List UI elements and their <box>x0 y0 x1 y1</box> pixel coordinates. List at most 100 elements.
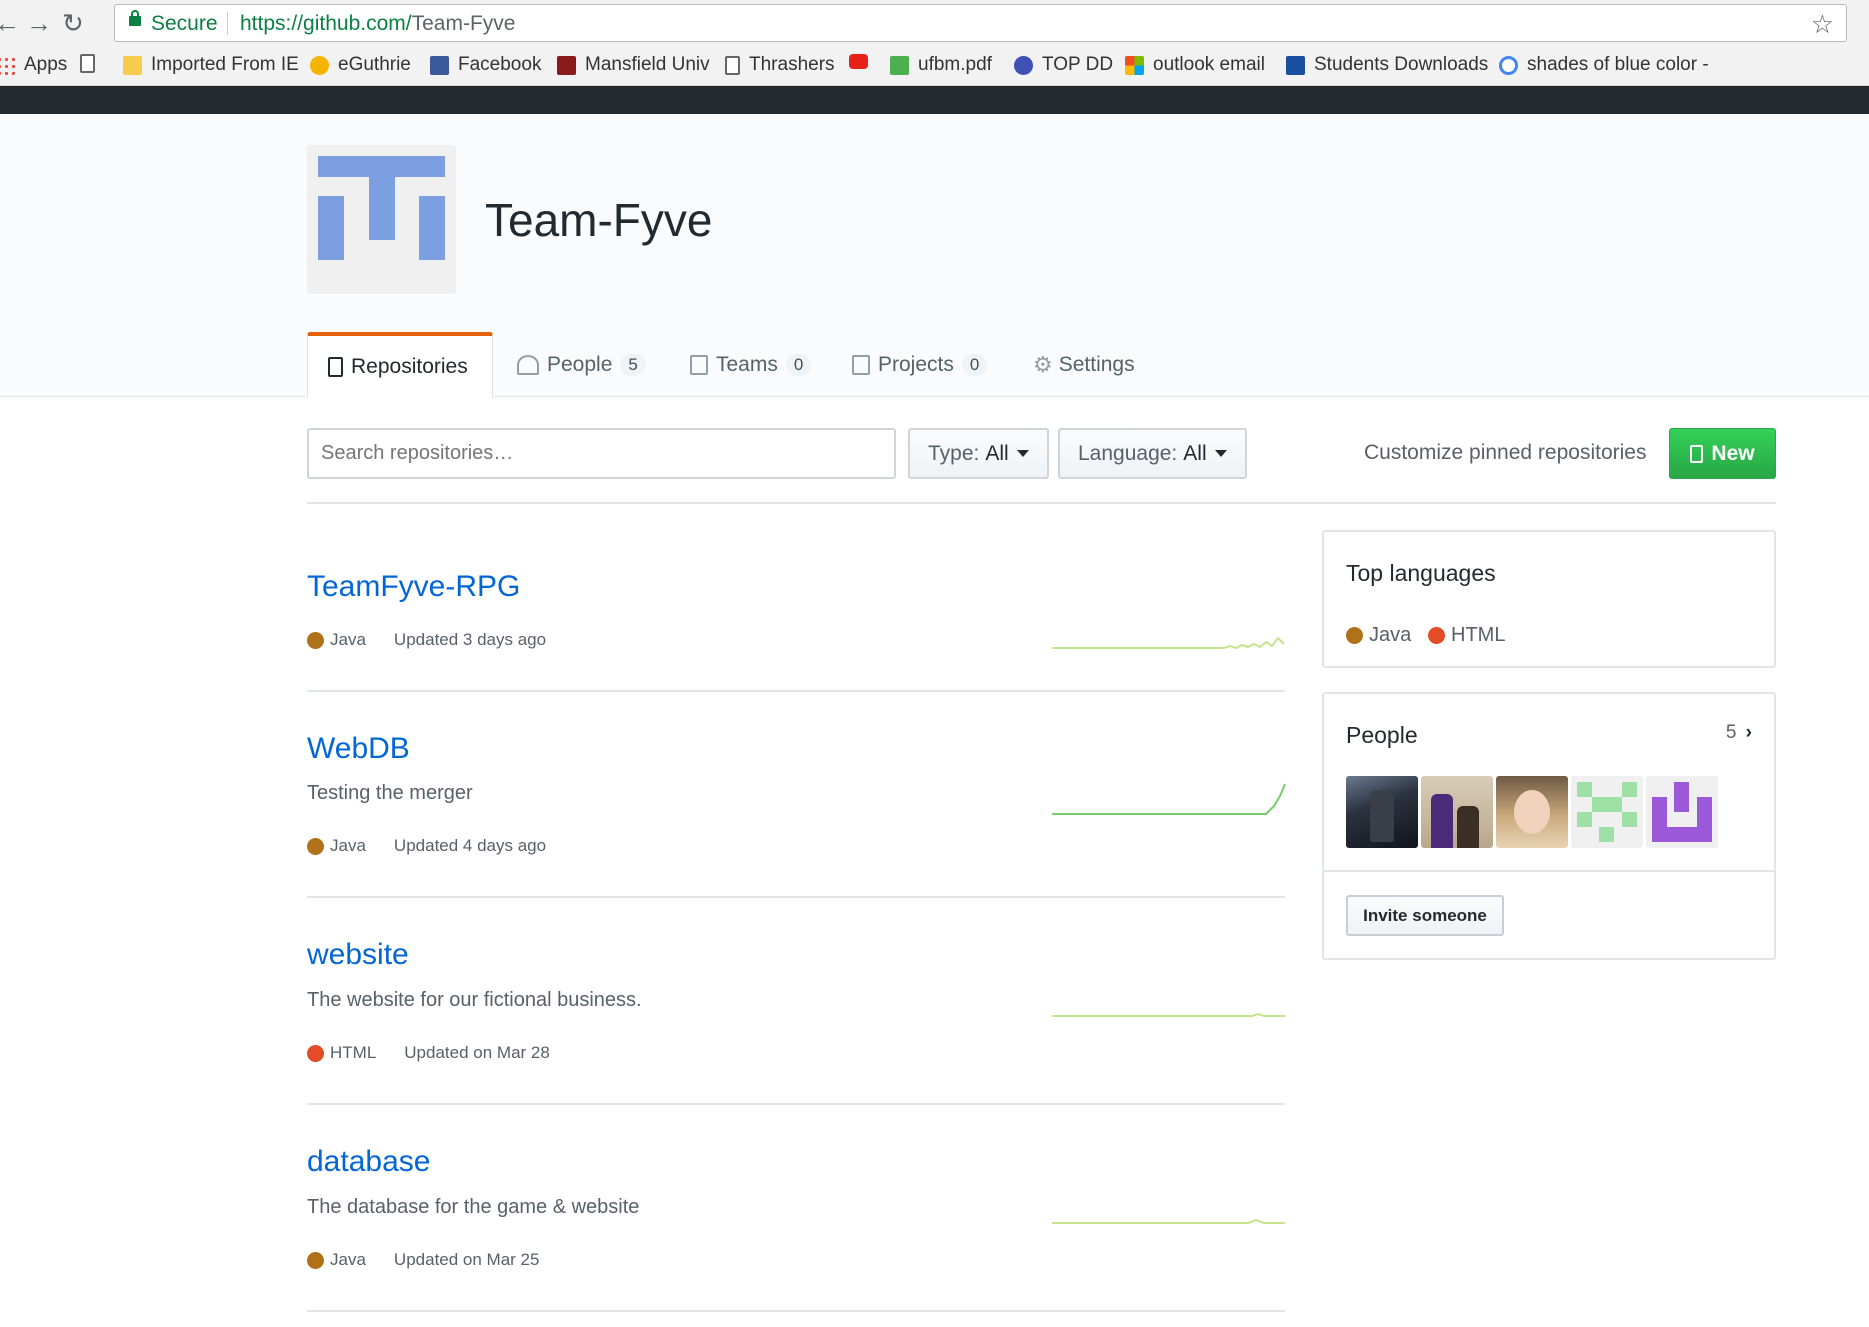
tab-repositories[interactable]: Repositories <box>307 332 493 398</box>
repo-meta: HTML Updated on Mar 28 <box>307 1043 550 1063</box>
member-avatar[interactable] <box>1496 776 1568 848</box>
top-languages-box: Top languages Java HTML <box>1322 530 1776 668</box>
mansfield-icon <box>557 55 576 75</box>
member-avatar[interactable] <box>1421 776 1493 848</box>
repo-language: Java <box>330 836 366 855</box>
repo-list-item: WebDB Testing the merger Java Updated 4 … <box>307 692 1286 898</box>
bookmark-label: Apps <box>24 54 68 75</box>
language-java[interactable]: Java <box>1346 624 1411 647</box>
gear-icon: ⚙ <box>1033 351 1053 377</box>
bookmark-imported-from-ie[interactable]: Imported From IE <box>123 54 299 76</box>
bookmark-mansfield-univ[interactable]: Mansfield Univ <box>557 54 710 76</box>
repo-language: Java <box>330 1250 366 1269</box>
repo-name-link[interactable]: WebDB <box>307 732 410 766</box>
repo-updated: Updated 4 days ago <box>393 836 547 855</box>
filter-divider <box>307 502 1776 504</box>
java-language-dot <box>1346 627 1363 644</box>
reload-icon[interactable]: ↻ <box>62 8 84 38</box>
bookmark-outlook-email[interactable]: outlook email <box>1125 54 1265 76</box>
member-avatar[interactable] <box>1571 776 1643 848</box>
java-language-dot <box>307 631 324 649</box>
search-repositories-input[interactable] <box>307 428 896 479</box>
tab-teams[interactable]: Teams 0 <box>690 332 812 397</box>
url-bar[interactable]: Secure https://github.com/Team-Fyve ☆ <box>114 4 1847 42</box>
activity-sparkline <box>1052 1218 1285 1224</box>
url-text[interactable]: https://github.com/Team-Fyve <box>240 12 515 36</box>
caret-down-icon <box>1214 450 1227 457</box>
activity-sparkline <box>1052 636 1285 650</box>
bookmark-youtube[interactable] <box>849 54 877 69</box>
tab-label: Settings <box>1058 352 1135 376</box>
new-button-label: New <box>1711 441 1755 465</box>
url-separator <box>227 12 228 35</box>
bookmark-shades-of-blue[interactable]: shades of blue color - <box>1499 54 1709 76</box>
people-count-link[interactable]: 5 › <box>1726 722 1752 744</box>
customize-pinned-link[interactable]: Customize pinned repositories <box>1364 441 1646 465</box>
students-icon <box>1286 55 1305 75</box>
repo-description: Testing the merger <box>307 782 473 804</box>
bookmark-label: Students Downloads <box>1314 54 1489 75</box>
new-repository-button[interactable]: New <box>1669 428 1776 479</box>
pdf-icon <box>890 55 909 75</box>
bookmark-label: Imported From IE <box>151 54 299 75</box>
language-name: Java <box>1369 624 1412 646</box>
language-name: HTML <box>1451 624 1506 646</box>
lock-icon <box>129 10 141 26</box>
java-language-dot <box>307 837 324 855</box>
repo-list-item: website The website for our fictional bu… <box>307 898 1285 1105</box>
tab-settings[interactable]: ⚙ Settings <box>1033 332 1135 397</box>
eguthrie-icon <box>310 55 329 75</box>
browser-address-bar: ← → ↻ Secure https://github.com/Team-Fyv… <box>0 0 1869 46</box>
secure-label: Secure <box>151 12 218 35</box>
people-box-divider <box>1324 870 1774 872</box>
bookmark-apps[interactable]: Apps <box>0 54 67 76</box>
repo-list-item: TeamFyve-RPG Java Updated 3 days ago <box>307 530 1285 692</box>
org-name: Team-Fyve <box>485 194 713 246</box>
bookmark-label: outlook email <box>1153 54 1265 75</box>
tab-projects[interactable]: Projects 0 <box>852 332 988 397</box>
repo-icon <box>1690 444 1704 463</box>
github-header <box>0 86 1869 114</box>
bookmark-ufbm-pdf[interactable]: ufbm.pdf <box>890 54 992 76</box>
bookmark-page[interactable] <box>80 54 104 73</box>
repo-name-link[interactable]: database <box>307 1145 430 1179</box>
apps-grid-icon <box>0 55 15 75</box>
member-avatar[interactable] <box>1646 776 1718 848</box>
people-count: 5 <box>1725 722 1737 743</box>
repo-list-item: database The database for the game & web… <box>307 1105 1285 1312</box>
tab-people[interactable]: People 5 <box>517 332 646 397</box>
people-title[interactable]: People <box>1346 722 1418 749</box>
language-filter-dropdown[interactable]: Language: All <box>1058 428 1247 479</box>
bookmark-students-downloads[interactable]: Students Downloads <box>1286 54 1488 76</box>
url-path: Team-Fyve <box>411 12 516 35</box>
projects-icon <box>852 354 870 375</box>
repo-meta: Java Updated 3 days ago <box>307 630 546 650</box>
invite-someone-button[interactable]: Invite someone <box>1346 895 1504 936</box>
repo-name-link[interactable]: website <box>307 938 409 972</box>
type-filter-value: All <box>985 441 1009 465</box>
page-icon <box>80 54 95 73</box>
member-avatar[interactable] <box>1346 776 1418 848</box>
language-filter-value: All <box>1183 441 1207 465</box>
bookmark-eguthrie[interactable]: eGuthrie <box>310 54 411 76</box>
top-languages-title: Top languages <box>1346 560 1496 586</box>
repo-meta: Java Updated 4 days ago <box>307 836 546 856</box>
tab-label: Teams <box>716 352 778 376</box>
repo-name-link[interactable]: TeamFyve-RPG <box>307 570 520 604</box>
bookmark-star-icon[interactable]: ☆ <box>1811 9 1834 40</box>
forward-icon[interactable]: → <box>26 8 52 38</box>
language-filter-label: Language: <box>1078 441 1178 465</box>
bookmarks-bar: Apps Imported From IE eGuthrie Facebook … <box>0 46 1869 86</box>
bookmark-label: TOP DD <box>1042 54 1114 75</box>
type-filter-dropdown[interactable]: Type: All <box>908 428 1049 479</box>
language-html[interactable]: HTML <box>1428 624 1505 647</box>
back-icon[interactable]: ← <box>0 8 20 38</box>
bookmark-facebook[interactable]: Facebook <box>430 54 541 76</box>
bookmark-top-dd[interactable]: TOP DD <box>1014 54 1113 76</box>
repo-description: The website for our fictional business. <box>307 989 642 1011</box>
org-avatar <box>307 145 456 294</box>
tab-label: People <box>547 352 613 376</box>
bookmark-thrashers[interactable]: Thrashers <box>725 54 835 76</box>
activity-sparkline <box>1052 783 1286 815</box>
google-icon <box>1499 55 1518 75</box>
